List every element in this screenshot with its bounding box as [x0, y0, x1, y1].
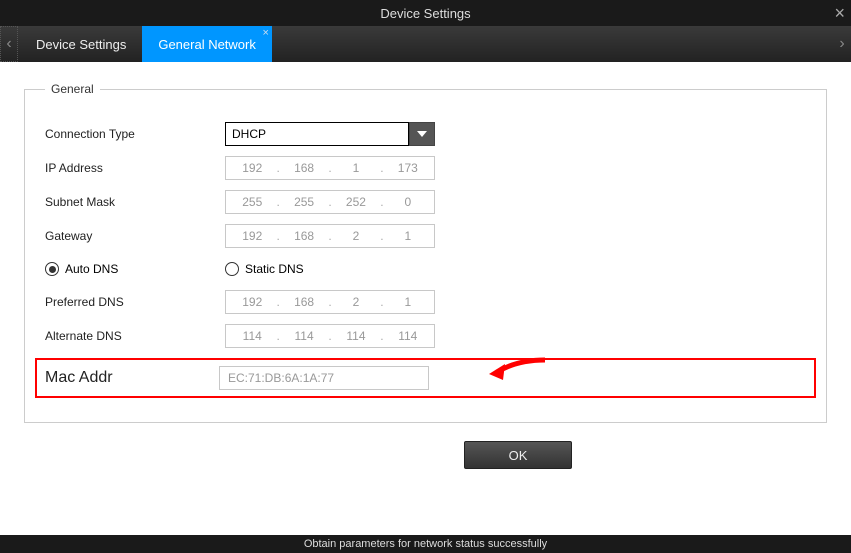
ip-address-input[interactable]: 192. 168. 1. 173 [225, 156, 435, 180]
tab-scroll-left[interactable]: ‹ [0, 26, 18, 62]
arrow-annotation-icon [487, 356, 547, 384]
radio-label: Auto DNS [65, 262, 118, 276]
row-connection-type: Connection Type DHCP [45, 122, 806, 146]
alternate-dns-input[interactable]: 114. 114. 114. 114 [225, 324, 435, 348]
row-preferred-dns: Preferred DNS 192. 168. 2. 1 [45, 290, 806, 314]
radio-static-dns[interactable]: Static DNS [225, 262, 304, 276]
tab-general-network[interactable]: General Network × [142, 26, 272, 62]
row-gateway: Gateway 192. 168. 2. 1 [45, 224, 806, 248]
content-area: General Connection Type DHCP IP Address … [0, 62, 851, 537]
tab-scroll-right[interactable]: › [833, 26, 851, 62]
gateway-input[interactable]: 192. 168. 2. 1 [225, 224, 435, 248]
row-dns-mode: Auto DNS Static DNS [45, 262, 806, 276]
tab-bar: ‹ Device Settings General Network × › [0, 26, 851, 62]
label-connection-type: Connection Type [45, 127, 225, 141]
status-text: Obtain parameters for network status suc… [304, 538, 547, 550]
radio-auto-dns[interactable]: Auto DNS [45, 262, 225, 276]
row-alternate-dns: Alternate DNS 114. 114. 114. 114 [45, 324, 806, 348]
label-mac-addr: Mac Addr [45, 369, 219, 387]
row-subnet-mask: Subnet Mask 255. 255. 252. 0 [45, 190, 806, 214]
tab-label: Device Settings [36, 37, 126, 52]
general-legend: General [45, 82, 100, 96]
label-alternate-dns: Alternate DNS [45, 329, 225, 343]
status-bar: Obtain parameters for network status suc… [0, 535, 851, 553]
window-title: Device Settings [380, 6, 470, 21]
radio-icon [45, 262, 59, 276]
preferred-dns-input[interactable]: 192. 168. 2. 1 [225, 290, 435, 314]
radio-label: Static DNS [245, 262, 304, 276]
label-gateway: Gateway [45, 229, 225, 243]
row-ip-address: IP Address 192. 168. 1. 173 [45, 156, 806, 180]
mac-addr-input[interactable]: EC:71:DB:6A:1A:77 [219, 366, 429, 390]
connection-type-select[interactable]: DHCP [225, 122, 435, 146]
label-subnet-mask: Subnet Mask [45, 195, 225, 209]
subnet-mask-input[interactable]: 255. 255. 252. 0 [225, 190, 435, 214]
select-value: DHCP [225, 122, 409, 146]
close-icon[interactable]: × [834, 3, 845, 24]
label-ip-address: IP Address [45, 161, 225, 175]
general-fieldset: General Connection Type DHCP IP Address … [24, 82, 827, 423]
title-bar: Device Settings × [0, 0, 851, 26]
dropdown-icon[interactable] [409, 122, 435, 146]
highlight-mac-addr: Mac Addr EC:71:DB:6A:1A:77 [35, 358, 816, 398]
label-preferred-dns: Preferred DNS [45, 295, 225, 309]
ok-button[interactable]: OK [464, 441, 572, 469]
tab-close-icon[interactable]: × [262, 27, 268, 39]
tab-label: General Network [158, 37, 256, 52]
tab-device-settings[interactable]: Device Settings [20, 26, 142, 62]
radio-icon [225, 262, 239, 276]
